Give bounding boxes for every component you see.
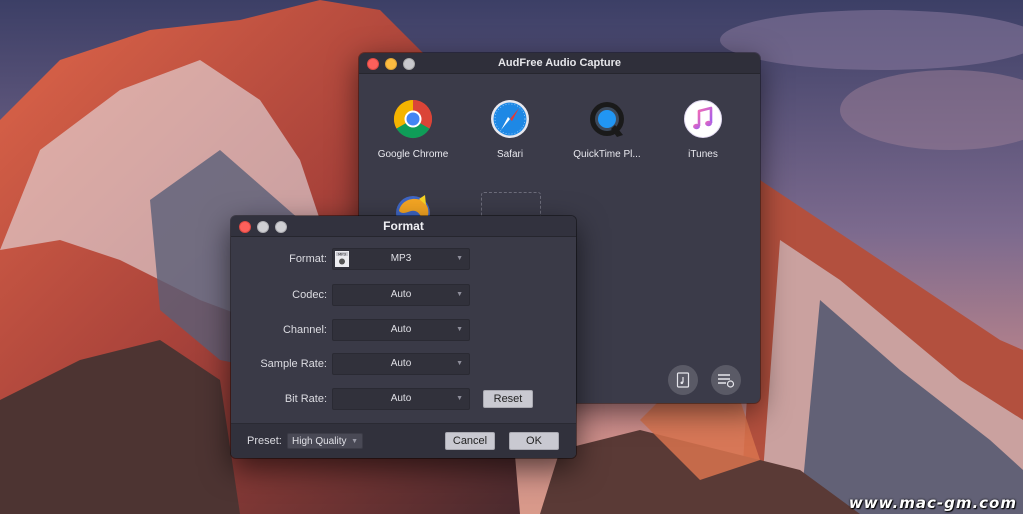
audio-file-button[interactable] <box>668 365 698 395</box>
sample-rate-select[interactable]: Auto ▼ <box>332 353 470 375</box>
preset-select[interactable]: High Quality ▼ <box>287 433 363 449</box>
sample-rate-label: Sample Rate: <box>260 358 327 370</box>
chevron-down-icon: ▼ <box>456 291 463 298</box>
reset-button[interactable]: Reset <box>483 390 533 408</box>
preset-label: Preset: <box>247 435 282 447</box>
quicktime-icon <box>590 102 624 137</box>
app-label-itunes: iTunes <box>688 149 718 160</box>
codec-value: Auto <box>390 289 412 300</box>
preset-value: High Quality <box>292 436 347 447</box>
chevron-down-icon: ▼ <box>456 395 463 402</box>
bit-rate-select[interactable]: Auto ▼ <box>332 388 470 410</box>
app-tile-chrome[interactable]: Google Chrome <box>363 99 463 160</box>
chevron-down-icon: ▼ <box>351 438 358 445</box>
watermark-text: www.mac-gm.com <box>848 494 1017 512</box>
app-label-quicktime: QuickTime Pl... <box>573 149 641 160</box>
app-tile-safari[interactable]: Safari <box>460 99 560 160</box>
codec-label: Codec: <box>292 289 327 301</box>
safari-icon <box>491 100 529 138</box>
bit-rate-value: Auto <box>390 393 412 404</box>
cancel-button[interactable]: Cancel <box>445 432 495 450</box>
app-label-chrome: Google Chrome <box>377 149 449 160</box>
itunes-icon <box>684 100 722 138</box>
ok-button[interactable]: OK <box>509 432 559 450</box>
format-dialog: Format Format: MP3 MP3 ▼ Codec: Auto ▼ C… <box>231 216 576 458</box>
channel-select[interactable]: Auto ▼ <box>332 319 470 341</box>
chevron-down-icon: ▼ <box>456 255 463 262</box>
chevron-down-icon: ▼ <box>456 326 463 333</box>
capture-list-icon <box>718 374 735 388</box>
mp3-file-icon: MP3 <box>335 251 349 267</box>
app-tile-itunes[interactable]: iTunes <box>653 99 753 160</box>
channel-value: Auto <box>390 324 412 335</box>
channel-label: Channel: <box>282 324 327 336</box>
bit-rate-row: Bit Rate: Auto ▼ Reset <box>231 388 576 410</box>
format-label: Format: <box>289 253 327 265</box>
sample-rate-row: Sample Rate: Auto ▼ <box>231 353 576 375</box>
codec-row: Codec: Auto ▼ <box>231 284 576 306</box>
format-row: Format: MP3 MP3 ▼ <box>231 248 576 270</box>
sample-rate-value: Auto <box>390 358 412 369</box>
format-titlebar[interactable]: Format <box>231 216 576 237</box>
format-footer: Preset: High Quality ▼ Cancel OK <box>231 423 576 458</box>
main-titlebar[interactable]: AudFree Audio Capture <box>359 53 760 74</box>
main-window-title: AudFree Audio Capture <box>497 57 622 69</box>
channel-row: Channel: Auto ▼ <box>231 319 576 341</box>
format-select[interactable]: MP3 MP3 ▼ <box>332 248 470 270</box>
format-dialog-title: Format <box>383 219 424 233</box>
mp3-badge-text: MP3 <box>338 252 347 257</box>
audio-file-icon <box>676 372 690 388</box>
chevron-down-icon: ▼ <box>456 360 463 367</box>
format-value: MP3 <box>390 253 412 264</box>
app-tile-quicktime[interactable]: QuickTime Pl... <box>557 99 657 160</box>
chrome-icon <box>393 99 433 139</box>
capture-list-button[interactable] <box>711 365 741 395</box>
app-label-safari: Safari <box>496 149 524 160</box>
codec-select[interactable]: Auto ▼ <box>332 284 470 306</box>
bit-rate-label: Bit Rate: <box>284 393 327 405</box>
